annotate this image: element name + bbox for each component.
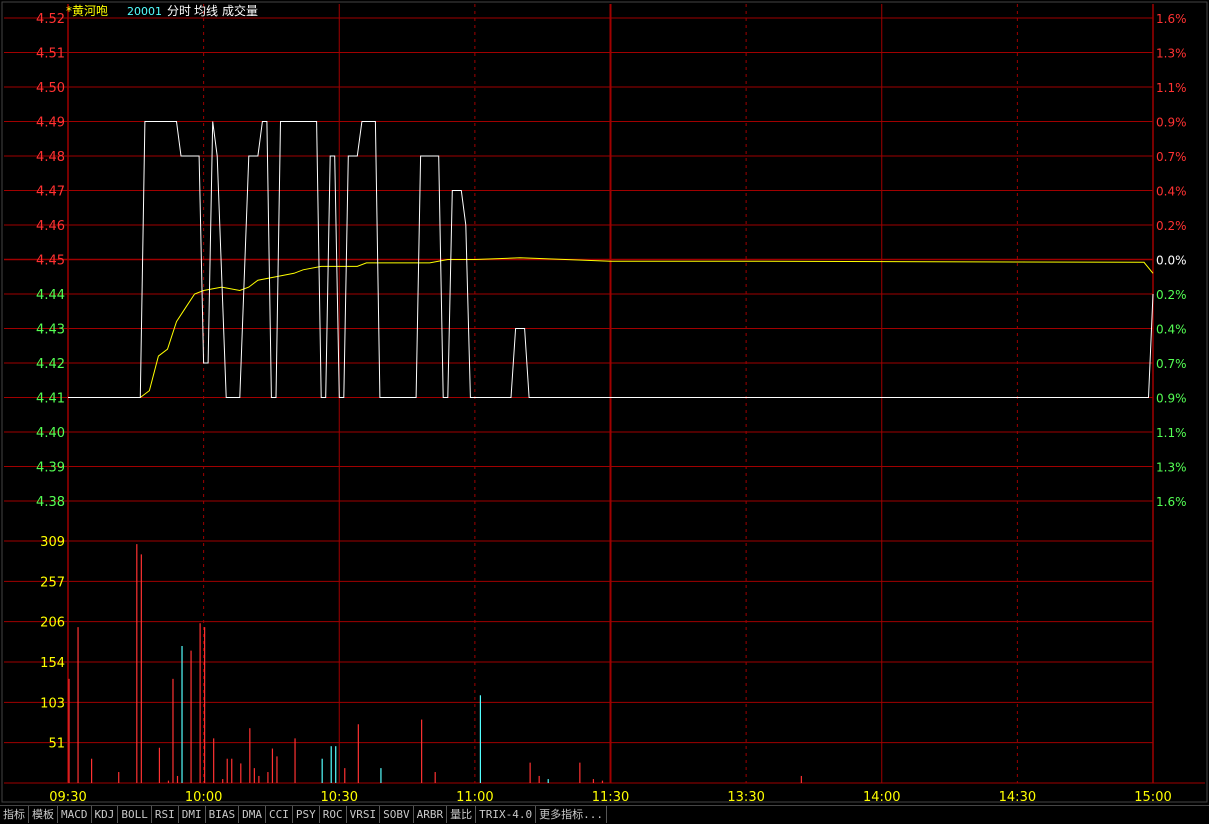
percent-tick-label: 1.3% — [1156, 461, 1187, 475]
percent-tick-label: 0.9% — [1156, 116, 1187, 130]
price-tick-label: 4.45 — [36, 254, 65, 269]
time-tick-label: 15:00 — [1134, 790, 1171, 805]
percent-tick-label: 1.6% — [1156, 12, 1187, 26]
price-tick-label: 4.43 — [36, 323, 65, 338]
time-axis: 09:30 10:00 10:30 11:00 11:30 13:30 14:00 14:30… — [49, 790, 1171, 805]
time-tick-label: 09:30 — [49, 790, 86, 805]
toolbar-item[interactable]: CCI — [266, 806, 293, 823]
header-label-volume: 成交量 — [222, 3, 258, 18]
price-axis: 4.52 4.51 4.50 4.49 4.48 4.47 4.46 4.45 4.44 4.43… — [36, 12, 65, 510]
percent-tick-label: 0.9% — [1156, 392, 1187, 406]
toolbar-item[interactable]: 指标 — [0, 806, 29, 823]
percent-tick-label: 0.4% — [1156, 185, 1187, 199]
percent-tick-label: 1.6% — [1156, 495, 1187, 509]
volume-tick-label: 51 — [48, 737, 65, 752]
percent-tick-label: 0.2% — [1156, 219, 1187, 233]
percent-tick-label: 0.7% — [1156, 150, 1187, 164]
toolbar-item[interactable]: ARBR — [414, 806, 448, 823]
toolbar-item[interactable]: 更多指标... — [536, 806, 607, 823]
percent-tick-label: 0.4% — [1156, 323, 1187, 337]
time-tick-label: 14:30 — [999, 790, 1036, 805]
price-tick-label: 4.46 — [36, 219, 65, 234]
price-tick-label: 4.49 — [36, 116, 65, 131]
volume-tick-label: 309 — [40, 535, 65, 550]
percent-tick-label: 0.0% — [1156, 254, 1187, 268]
time-tick-label: 14:00 — [863, 790, 900, 805]
time-tick-label: 13:30 — [727, 790, 764, 805]
price-tick-label: 4.44 — [36, 288, 65, 303]
toolbar-item[interactable]: BIAS — [206, 806, 240, 823]
price-tick-label: 4.40 — [36, 426, 65, 441]
price-tick-label: 4.52 — [36, 12, 65, 27]
price-tick-label: 4.41 — [36, 392, 65, 407]
toolbar-item[interactable]: KDJ — [92, 806, 119, 823]
price-tick-label: 4.50 — [36, 81, 65, 96]
price-tick-label: 4.51 — [36, 47, 65, 62]
toolbar-item[interactable]: DMI — [179, 806, 206, 823]
price-tick-label: 4.47 — [36, 185, 65, 200]
time-tick-label: 10:00 — [185, 790, 222, 805]
toolbar-item[interactable]: TRIX-4.0 — [476, 806, 537, 823]
price-tick-label: 4.48 — [36, 150, 65, 165]
indicator-toolbar: 指标 模板 MACD KDJ BOLL RSI DMI BIAS DMA CCI PSY ROC VRS… — [0, 805, 1209, 824]
time-tick-label: 10:30 — [321, 790, 358, 805]
price-tick-label: 4.38 — [36, 495, 65, 510]
toolbar-item[interactable]: SOBV — [380, 806, 414, 823]
time-tick-label: 11:00 — [456, 790, 493, 805]
volume-tick-label: 154 — [40, 656, 65, 671]
toolbar-item[interactable]: VRSI — [347, 806, 381, 823]
volume-tick-label: 103 — [40, 696, 65, 711]
toolbar-item[interactable]: ROC — [320, 806, 347, 823]
toolbar-item[interactable]: RSI — [152, 806, 179, 823]
volume-tick-label: 206 — [40, 616, 65, 631]
toolbar-item[interactable]: BOLL — [118, 806, 152, 823]
header-label-timeshare: 分时 — [167, 4, 191, 18]
volume-tick-label: 257 — [40, 575, 65, 590]
toolbar-item[interactable]: PSY — [293, 806, 320, 823]
percent-tick-label: 0.7% — [1156, 357, 1187, 371]
time-tick-label: 11:30 — [592, 790, 629, 805]
price-tick-label: 4.42 — [36, 357, 65, 372]
percent-tick-label: 0.2% — [1156, 288, 1187, 302]
toolbar-item[interactable]: MACD — [58, 806, 92, 823]
toolbar-item[interactable]: 模板 — [29, 806, 58, 823]
percent-axis: 1.6% 1.3% 1.1% 0.9% 0.7% 0.4% 0.2% 0.0% 0.2% 0.4%… — [1156, 12, 1187, 509]
header-label-avg: 均线 — [194, 4, 218, 18]
intraday-chart[interactable]: 4.52 4.51 4.50 4.49 4.48 4.47 4.46 4.45 4.44 4.43… — [0, 0, 1209, 805]
percent-tick-label: 1.3% — [1156, 47, 1187, 61]
toolbar-item[interactable]: 量比 — [447, 806, 477, 823]
stock-name: *黄河咆 — [66, 3, 108, 18]
stock-code: 20001 — [127, 5, 162, 18]
toolbar-item[interactable]: DMA — [239, 806, 266, 823]
price-tick-label: 4.39 — [36, 461, 65, 476]
percent-tick-label: 1.1% — [1156, 426, 1187, 440]
percent-tick-label: 1.1% — [1156, 81, 1187, 95]
